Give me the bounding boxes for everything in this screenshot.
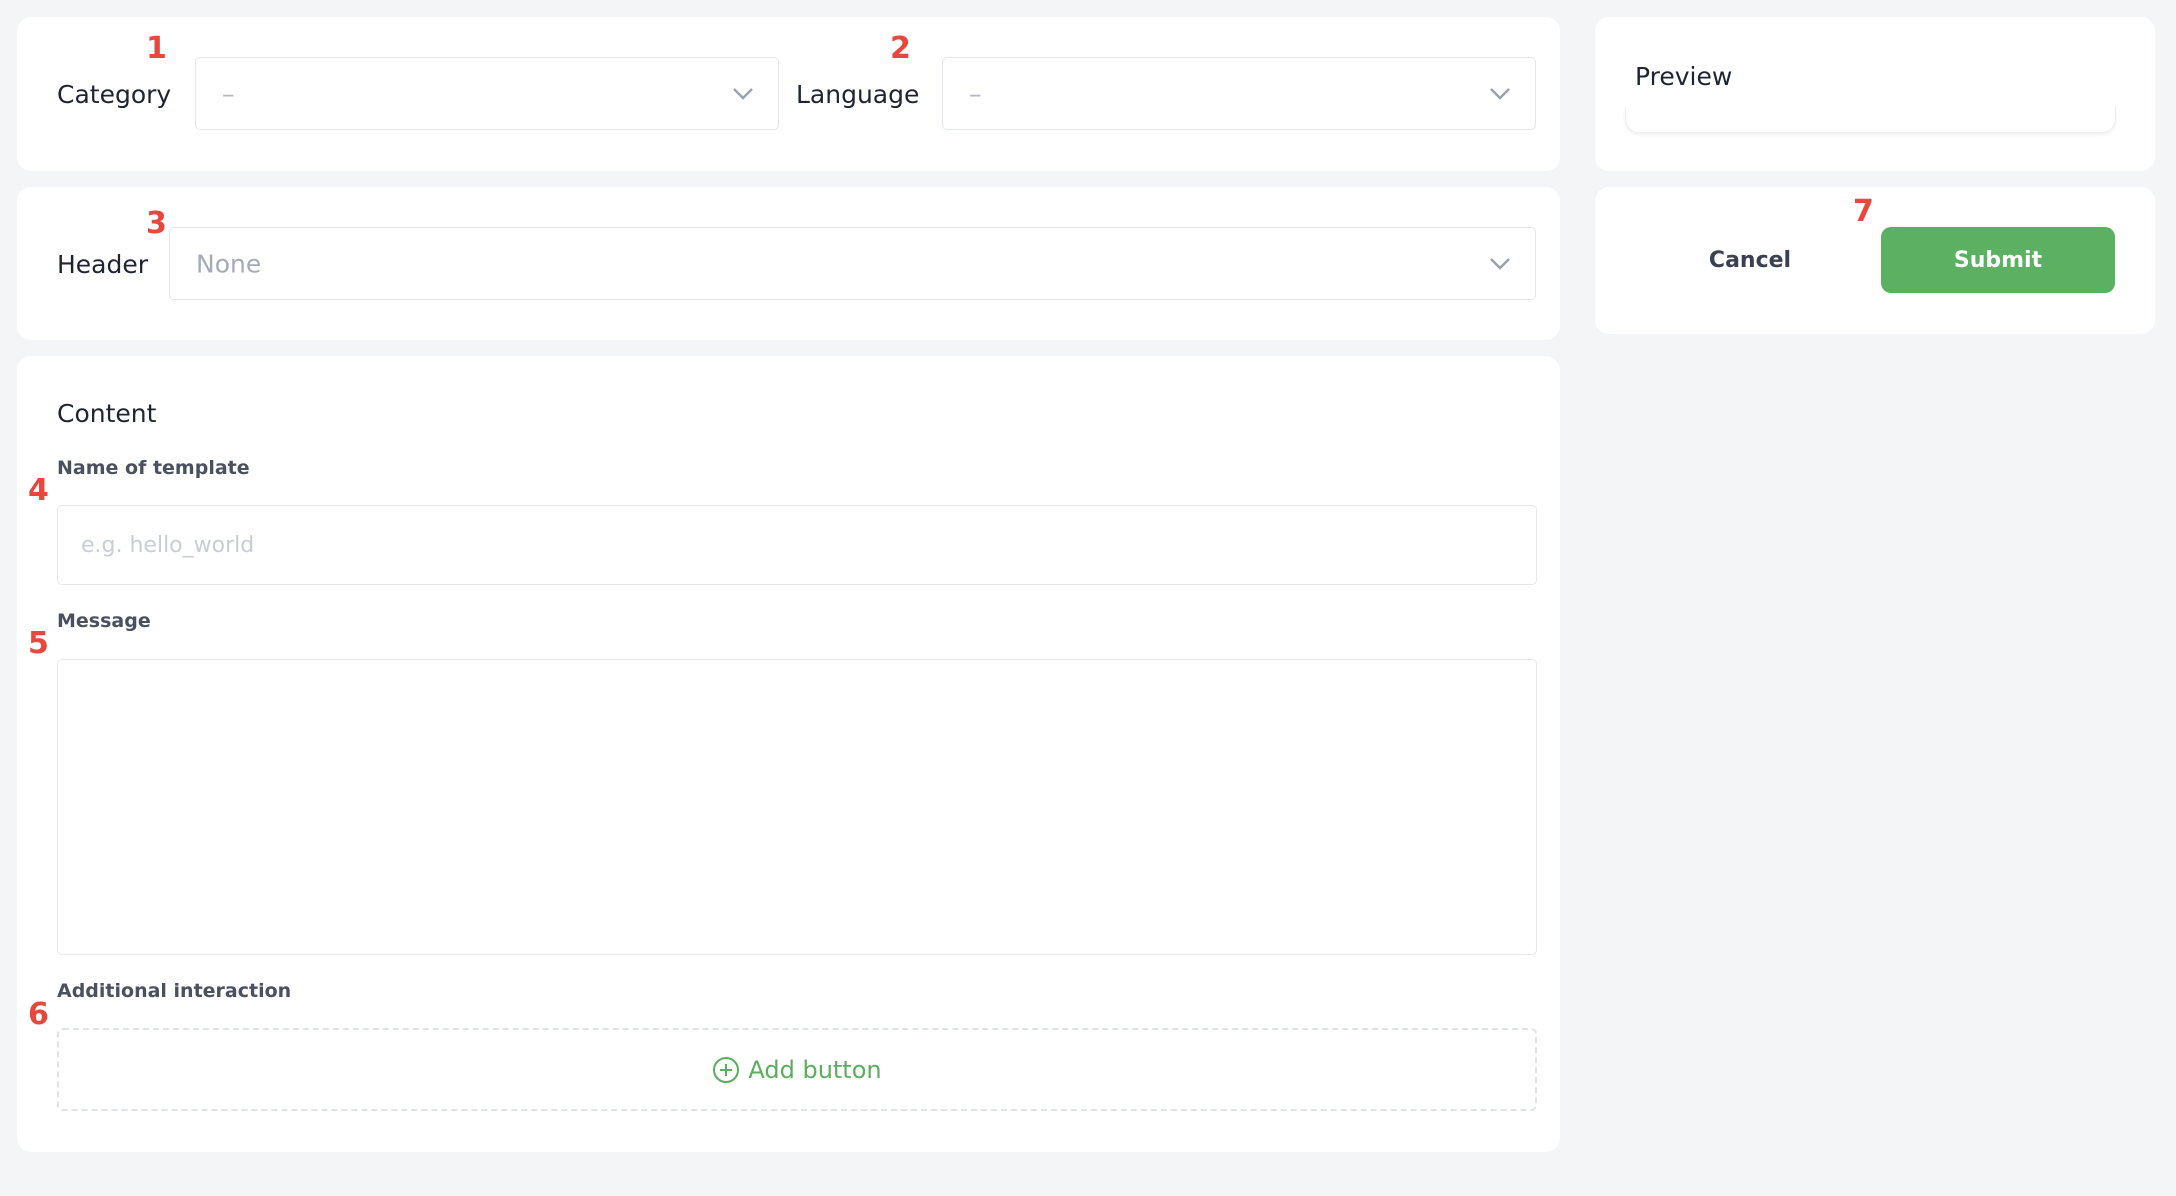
- language-select-value: –: [969, 79, 982, 108]
- category-select[interactable]: –: [195, 57, 779, 130]
- cancel-button[interactable]: Cancel: [1660, 227, 1840, 293]
- plus-circle-icon: [713, 1056, 740, 1083]
- content-card: Content Name of template 4 Message 5 Add…: [17, 356, 1560, 1152]
- category-label: Category: [57, 80, 172, 109]
- category-language-card: 1 Category – 2 Language –: [17, 17, 1560, 171]
- message-textarea[interactable]: [57, 659, 1537, 955]
- content-title: Content: [57, 399, 157, 428]
- marker-4: 4: [28, 473, 49, 508]
- language-label: Language: [796, 80, 920, 109]
- language-select[interactable]: –: [942, 57, 1536, 130]
- submit-button[interactable]: Submit: [1881, 227, 2115, 293]
- marker-2: 2: [890, 31, 911, 66]
- header-label: Header: [57, 250, 149, 279]
- header-select-value: None: [196, 249, 262, 278]
- preview-message-bubble: [1625, 107, 2116, 133]
- chevron-down-icon: [1490, 257, 1510, 270]
- preview-card: Preview: [1595, 17, 2155, 171]
- template-name-input[interactable]: [57, 505, 1537, 585]
- chevron-down-icon: [1490, 87, 1510, 100]
- add-button-area[interactable]: Add button: [57, 1028, 1537, 1111]
- actions-card: 7 Cancel Submit: [1595, 187, 2155, 334]
- message-label: Message: [57, 610, 151, 632]
- marker-7: 7: [1853, 194, 1874, 229]
- preview-title: Preview: [1635, 62, 1733, 91]
- header-card: 3 Header None: [17, 187, 1560, 340]
- marker-3: 3: [146, 206, 167, 241]
- additional-interaction-label: Additional interaction: [57, 980, 292, 1002]
- marker-1: 1: [146, 31, 167, 66]
- marker-6: 6: [28, 997, 49, 1032]
- add-button-label: Add button: [748, 1055, 882, 1084]
- chevron-down-icon: [733, 87, 753, 100]
- template-name-label: Name of template: [57, 457, 250, 479]
- category-select-value: –: [222, 79, 235, 108]
- header-select[interactable]: None: [169, 227, 1536, 300]
- add-button[interactable]: Add button: [712, 1055, 882, 1084]
- marker-5: 5: [28, 626, 49, 661]
